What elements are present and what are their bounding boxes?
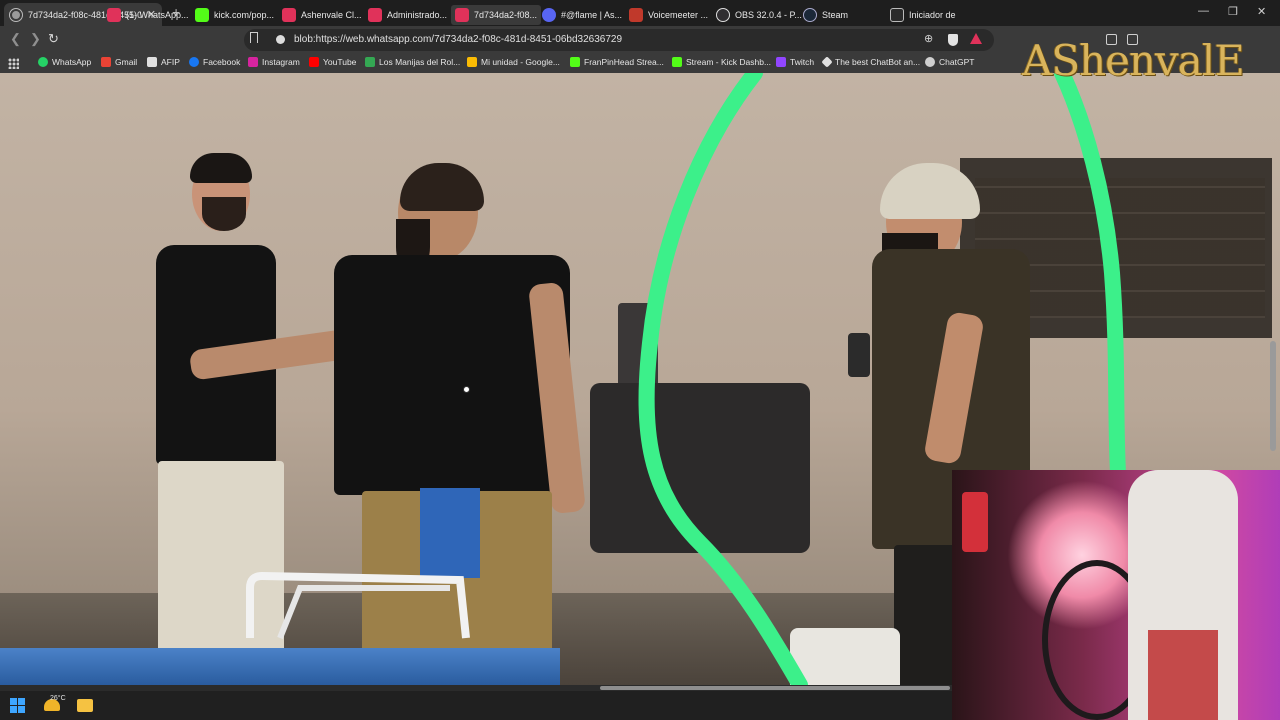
bookmark-chatgpt[interactable]: ChatGPT [925,57,974,67]
brave-icon [368,8,382,22]
voicemeeter-icon [629,8,643,22]
taskbar-item-label: kick.com/pop... [214,10,275,20]
bookmark-label: YouTube [323,57,357,67]
taskbar-item-kick[interactable]: kick.com/pop... [191,5,278,25]
taskbar-item-label: Administrado... [387,10,448,20]
bookmark-gmail[interactable]: Gmail [101,57,137,67]
bookmark-label: AFIP [161,57,180,67]
bookmark-youtube[interactable]: YouTube [309,57,356,67]
taskbar-item-steam[interactable]: Steam [799,5,852,25]
chatgpt-icon [925,57,935,67]
brave-icon [455,8,469,22]
back-icon[interactable]: ❮ [10,31,21,47]
taskbar-item-whatsapp[interactable]: (5) WhatsApp... [103,5,193,25]
taskbar-item-label: Ashenvale Cl... [301,10,362,20]
chatbot-icon [821,56,833,68]
bookmark-label: Instagram [262,57,300,67]
afip-icon [147,57,157,67]
taskbar-item-discord[interactable]: #@flame | As... [538,5,626,25]
taskbar-item-label: #@flame | As... [561,10,622,20]
bookmark-label: Gmail [115,57,138,67]
weather-temperature: 26°C [50,695,66,702]
bookmark-los-manijas[interactable]: Los Manijas del Rol... [365,57,460,67]
bookmark-label: Stream - Kick Dashb... [686,57,772,67]
kick-icon [195,8,209,22]
screen: 7d734da2-f08c-481d-8451-06bd32636729 ✕ +… [0,0,1280,720]
webcam-red-light [962,492,988,552]
bookmark-chatbot[interactable]: The best ChatBot an... [821,56,921,68]
tab-favicon-icon [10,8,22,21]
webcam-overlay [952,470,1280,720]
bookmark-label: The best ChatBot an... [835,57,921,67]
taskbar-item-label: 7d734da2-f08... [474,10,538,20]
taskbar-item-blob[interactable]: 7d734da2-f08... [451,5,542,25]
bookmark-twitch[interactable]: Twitch [776,57,814,67]
maximize-icon[interactable]: ❐ [1228,5,1238,18]
bookmark-label: Mi unidad - Google... [481,57,560,67]
epic-games-icon [890,8,904,22]
horizontal-scroll-thumb[interactable] [600,686,950,690]
taskbar-item-voicemeeter[interactable]: Voicemeeter ... [625,5,712,25]
mouse-cursor-icon [463,386,470,393]
address-bar[interactable]: blob:https://web.whatsapp.com/7d734da2-f… [244,29,994,51]
bookmark-franpinhead[interactable]: FranPinHead Strea... [570,57,664,67]
minimize-icon[interactable]: — [1198,5,1209,17]
close-window-icon[interactable]: ✕ [1257,5,1266,18]
youtube-icon [309,57,319,67]
bookmark-label: Los Manijas del Rol... [379,57,461,67]
brave-icon [282,8,296,22]
bookmark-instagram[interactable]: Instagram [248,57,300,67]
taskbar-item-ashenvale[interactable]: Ashenvale Cl... [278,5,366,25]
forward-icon[interactable]: ❯ [30,31,41,47]
google-drive-icon [467,57,477,67]
discord-icon [542,8,556,22]
apps-grid-icon[interactable] [8,58,19,69]
reload-icon[interactable]: ↻ [48,31,59,47]
site-info-icon[interactable] [276,35,285,44]
instagram-icon [248,57,258,67]
kick-icon [672,57,682,67]
bookmark-mi-unidad[interactable]: Mi unidad - Google... [467,57,560,67]
bookmark-icon[interactable] [250,32,258,43]
windows-start-icon[interactable] [10,698,25,713]
webcam-person-pants [1148,630,1218,720]
taskbar-item-label: (5) WhatsApp... [126,10,189,20]
obs-icon [716,8,730,22]
taskbar-item-label: Steam [822,10,849,20]
taskbar-item-obs[interactable]: OBS 32.0.4 - P... [712,5,806,25]
taskbar [0,691,952,720]
taskbar-item-administrador[interactable]: Administrado... [364,5,451,25]
bookmark-whatsapp[interactable]: WhatsApp [38,57,91,67]
url-text[interactable]: blob:https://web.whatsapp.com/7d734da2-f… [294,34,622,45]
facebook-icon [189,57,199,67]
file-explorer-icon[interactable] [77,699,93,712]
kick-icon [570,57,580,67]
brave-icon [107,8,121,22]
bookmark-label: Twitch [790,57,815,67]
whatsapp-icon [38,57,48,67]
gmail-icon [101,57,111,67]
bookmark-label: FranPinHead Strea... [584,57,664,67]
vertical-scroll-thumb[interactable] [1270,341,1276,451]
bookmark-kick-dashboard[interactable]: Stream - Kick Dashb... [672,57,771,67]
twitch-icon [776,57,786,67]
steam-icon [803,8,817,22]
zoom-icon[interactable]: ⊕ [924,32,933,45]
brave-shield-icon[interactable] [948,34,958,46]
brave-rewards-icon[interactable] [970,33,982,44]
bookmark-label: ChatGPT [939,57,975,67]
sheets-icon [365,57,375,67]
bookmark-afip[interactable]: AFIP [147,57,180,67]
taskbar-item-label: OBS 32.0.4 - P... [735,10,802,20]
taskbar-item-epic[interactable]: Iniciador de [886,5,960,25]
bookmark-facebook[interactable]: Facebook [189,57,240,67]
bookmark-label: WhatsApp [52,57,92,67]
taskbar-item-label: Voicemeeter ... [648,10,709,20]
bookmark-label: Facebook [203,57,241,67]
ashenvale-logo: AShenvalE [1022,36,1245,85]
taskbar-item-label: Iniciador de [909,10,956,20]
